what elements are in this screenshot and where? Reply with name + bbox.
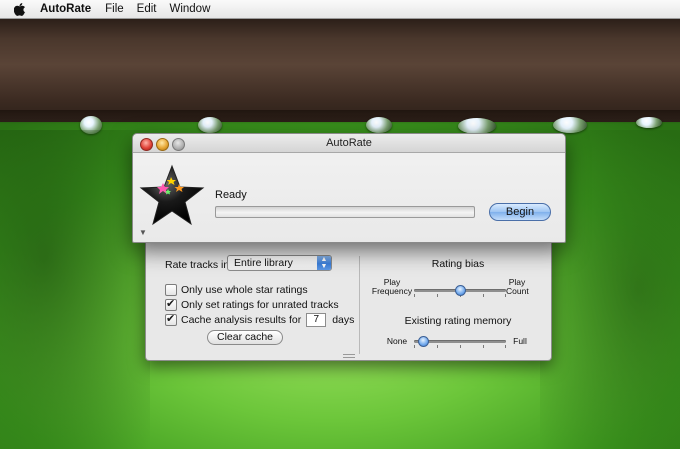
updown-arrows-icon: ▲ ▼ [317, 256, 331, 270]
cache-checkbox[interactable] [165, 312, 177, 326]
drawer-resize-grip[interactable] [343, 354, 355, 358]
slider-tick [414, 345, 415, 348]
unrated-only-option[interactable]: Only set ratings for unrated tracks [165, 297, 339, 311]
options-drawer: Rate tracks in: Entire library ▲ ▼ Only u… [145, 240, 552, 361]
desktop-wood-beam [0, 18, 680, 122]
clear-cache-button[interactable]: Clear cache [207, 330, 283, 345]
slider-tick [505, 345, 506, 348]
panel-divider [359, 256, 360, 354]
window-titlebar[interactable]: AutoRate [133, 134, 565, 153]
water-drop [198, 117, 222, 133]
desktop-leaf-shadow [0, 130, 150, 449]
slider-tick [414, 294, 415, 297]
cache-option[interactable]: Cache analysis results for 7 days [165, 312, 355, 327]
star-logo-icon [139, 164, 205, 226]
whole-star-label: Only use whole star ratings [181, 284, 308, 296]
autorate-window: AutoRate Ready Begin ▼ [132, 133, 566, 243]
menu-window[interactable]: Window [169, 3, 210, 15]
slider-tick [437, 294, 438, 297]
rating-memory-slider-knob[interactable] [418, 336, 430, 347]
rating-bias-slider-knob[interactable] [455, 285, 466, 296]
whole-star-option[interactable]: Only use whole star ratings [165, 284, 308, 296]
rating-memory-right-label: Full [513, 336, 527, 346]
unrated-only-checkbox[interactable] [165, 297, 177, 311]
cache-days-input[interactable]: 7 [306, 313, 327, 327]
rating-bias-right-label: Play Count [506, 278, 529, 296]
cache-label: Cache analysis results for [181, 314, 302, 326]
slider-tick [460, 345, 461, 348]
disclosure-triangle-icon[interactable]: ▼ [139, 228, 147, 237]
days-label: days [332, 314, 355, 326]
begin-button[interactable]: Begin [489, 203, 551, 221]
water-drop [636, 117, 662, 128]
slider-tick [483, 294, 484, 297]
window-title: AutoRate [326, 137, 372, 149]
rate-tracks-label: Rate tracks in: [165, 259, 233, 271]
menu-app-name[interactable]: AutoRate [40, 3, 91, 15]
whole-star-checkbox[interactable] [165, 284, 177, 296]
apple-icon[interactable] [14, 2, 26, 16]
slider-tick [437, 345, 438, 348]
menu-file[interactable]: File [105, 3, 124, 15]
menu-edit[interactable]: Edit [137, 3, 157, 15]
rate-tracks-value: Entire library [234, 257, 293, 269]
rating-bias-heading: Rating bias [431, 258, 485, 270]
rating-memory-left-label: None [386, 336, 408, 346]
unrated-only-label: Only set ratings for unrated tracks [181, 299, 339, 311]
slider-tick [483, 345, 484, 348]
rate-tracks-select[interactable]: Entire library ▲ ▼ [227, 255, 332, 271]
rating-bias-left-label: Play Frequency [371, 278, 413, 296]
water-drop [458, 118, 496, 134]
rating-bias-left-label-line2: Frequency [371, 286, 413, 296]
rating-bias-right-label-line2: Count [506, 286, 529, 296]
water-drop [366, 117, 392, 133]
status-text: Ready [215, 189, 247, 201]
progress-bar [215, 206, 475, 218]
menu-bar: AutoRate File Edit Window [0, 0, 680, 19]
rating-memory-heading: Existing rating memory [404, 315, 512, 327]
